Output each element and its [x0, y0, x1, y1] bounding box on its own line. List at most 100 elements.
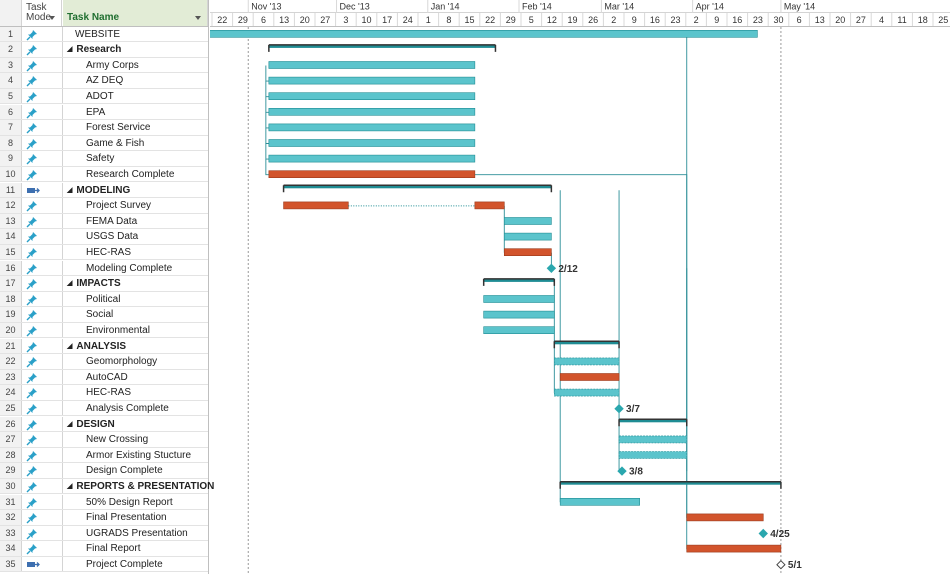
- task-row[interactable]: 24 HEC-RAS: [0, 385, 208, 401]
- row-number[interactable]: 4: [0, 73, 22, 88]
- task-row[interactable]: 10 Research Complete: [0, 166, 208, 183]
- task-name-cell[interactable]: HEC-RAS: [63, 385, 131, 400]
- select-all-corner[interactable]: [0, 0, 22, 26]
- task-row[interactable]: 23 AutoCAD: [0, 369, 208, 386]
- task-row[interactable]: 17 ◢ IMPACTS: [0, 276, 208, 292]
- task-row[interactable]: 25 Analysis Complete: [0, 400, 208, 417]
- task-mode-cell[interactable]: [22, 338, 63, 354]
- task-mode-cell[interactable]: [22, 182, 63, 198]
- row-number[interactable]: 35: [0, 556, 22, 572]
- task-row[interactable]: 31 50% Design Report: [0, 494, 208, 511]
- task-row[interactable]: 32 Final Presentation: [0, 510, 208, 526]
- task-name-cell[interactable]: ◢ REPORTS & PRESENTATION: [63, 479, 214, 494]
- row-number[interactable]: 10: [0, 166, 22, 182]
- task-mode-cell[interactable]: [22, 463, 63, 478]
- task-mode-cell[interactable]: [22, 478, 63, 494]
- task-name-cell[interactable]: Army Corps: [63, 58, 139, 73]
- task-mode-cell[interactable]: [22, 385, 63, 400]
- task-row[interactable]: 11 ◢ MODELING: [0, 182, 208, 199]
- collapse-triangle-icon[interactable]: ◢: [67, 183, 72, 198]
- task-name-cell[interactable]: ◢ MODELING: [63, 183, 130, 198]
- task-mode-cell[interactable]: [22, 322, 63, 338]
- task-name-cell[interactable]: Forest Service: [63, 120, 150, 135]
- task-name-cell[interactable]: Modeling Complete: [63, 261, 172, 276]
- task-mode-cell[interactable]: [22, 120, 63, 135]
- task-row[interactable]: 22 Geomorphology: [0, 354, 208, 370]
- chevron-down-icon[interactable]: [195, 16, 201, 20]
- row-number[interactable]: 14: [0, 229, 22, 244]
- task-name-cell[interactable]: Game & Fish: [63, 136, 144, 151]
- row-number[interactable]: 9: [0, 151, 22, 166]
- task-mode-cell[interactable]: [22, 541, 63, 556]
- task-row[interactable]: 34 Final Report: [0, 541, 208, 557]
- row-number[interactable]: 21: [0, 338, 22, 354]
- row-number[interactable]: 2: [0, 42, 22, 57]
- task-mode-cell[interactable]: [22, 556, 63, 572]
- row-number[interactable]: 12: [0, 198, 22, 213]
- task-name-cell[interactable]: Analysis Complete: [63, 401, 169, 416]
- row-number[interactable]: 28: [0, 447, 22, 463]
- task-name-cell[interactable]: AZ DEQ: [63, 73, 123, 88]
- row-number[interactable]: 29: [0, 463, 22, 478]
- task-name-cell[interactable]: USGS Data: [63, 229, 138, 244]
- task-name-cell[interactable]: WEBSITE: [63, 27, 120, 42]
- task-row[interactable]: 21 ◢ ANALYSIS: [0, 338, 208, 355]
- task-row[interactable]: 30 ◢ REPORTS & PRESENTATION: [0, 478, 214, 495]
- task-mode-cell[interactable]: [22, 244, 63, 260]
- row-number[interactable]: 16: [0, 260, 22, 276]
- task-name-cell[interactable]: Project Survey: [63, 198, 151, 213]
- task-name-cell[interactable]: Geomorphology: [63, 354, 157, 369]
- collapse-triangle-icon[interactable]: ◢: [67, 417, 72, 432]
- task-name-cell[interactable]: Final Presentation: [63, 510, 167, 525]
- row-number[interactable]: 34: [0, 541, 22, 556]
- task-name-cell[interactable]: FEMA Data: [63, 214, 137, 229]
- task-mode-cell[interactable]: [22, 447, 63, 463]
- row-number[interactable]: 19: [0, 307, 22, 322]
- task-mode-cell[interactable]: [22, 198, 63, 213]
- row-number[interactable]: 5: [0, 88, 22, 104]
- row-number[interactable]: 3: [0, 57, 22, 73]
- task-name-cell[interactable]: New Crossing: [63, 432, 148, 447]
- task-mode-cell[interactable]: [22, 26, 63, 42]
- task-name-cell[interactable]: EPA: [63, 105, 105, 120]
- task-row[interactable]: 13 FEMA Data: [0, 213, 208, 230]
- task-name-cell[interactable]: Social: [63, 307, 113, 322]
- row-number[interactable]: 24: [0, 385, 22, 400]
- task-mode-cell[interactable]: [22, 57, 63, 73]
- task-name-cell[interactable]: Project Complete: [63, 557, 163, 572]
- task-name-cell[interactable]: Research Complete: [63, 167, 174, 182]
- task-mode-cell[interactable]: [22, 42, 63, 57]
- task-mode-cell[interactable]: [22, 88, 63, 104]
- task-row[interactable]: 19 Social: [0, 307, 208, 323]
- row-number[interactable]: 6: [0, 104, 22, 120]
- row-number[interactable]: 8: [0, 135, 22, 151]
- task-name-cell[interactable]: Safety: [63, 151, 114, 166]
- task-row[interactable]: 5 ADOT: [0, 88, 208, 105]
- task-name-cell[interactable]: ◢ DESIGN: [63, 417, 115, 432]
- task-name-header[interactable]: Task Name: [63, 0, 208, 26]
- collapse-triangle-icon[interactable]: ◢: [67, 276, 72, 291]
- task-mode-cell[interactable]: [22, 510, 63, 525]
- row-number[interactable]: 15: [0, 244, 22, 260]
- task-mode-cell[interactable]: [22, 73, 63, 88]
- row-number[interactable]: 1: [0, 26, 22, 42]
- task-name-cell[interactable]: Final Report: [63, 541, 140, 556]
- task-row[interactable]: 14 USGS Data: [0, 229, 208, 245]
- task-mode-cell[interactable]: [22, 166, 63, 182]
- task-mode-cell[interactable]: [22, 135, 63, 151]
- task-mode-cell[interactable]: [22, 354, 63, 369]
- task-row[interactable]: 7 Forest Service: [0, 120, 208, 136]
- task-mode-cell[interactable]: [22, 400, 63, 416]
- task-row[interactable]: 35 Project Complete: [0, 556, 208, 573]
- task-mode-cell[interactable]: [22, 369, 63, 385]
- task-row[interactable]: 2 ◢ Research: [0, 42, 208, 58]
- task-row[interactable]: 4 AZ DEQ: [0, 73, 208, 89]
- task-name-cell[interactable]: Political: [63, 292, 120, 307]
- task-name-cell[interactable]: ◢ IMPACTS: [63, 276, 121, 291]
- task-name-cell[interactable]: UGRADS Presentation: [63, 526, 188, 541]
- task-name-cell[interactable]: Armor Existing Stucture: [63, 448, 191, 463]
- row-number[interactable]: 11: [0, 182, 22, 198]
- chevron-down-icon[interactable]: [49, 16, 55, 20]
- task-mode-cell[interactable]: [22, 307, 63, 322]
- task-mode-cell[interactable]: [22, 260, 63, 276]
